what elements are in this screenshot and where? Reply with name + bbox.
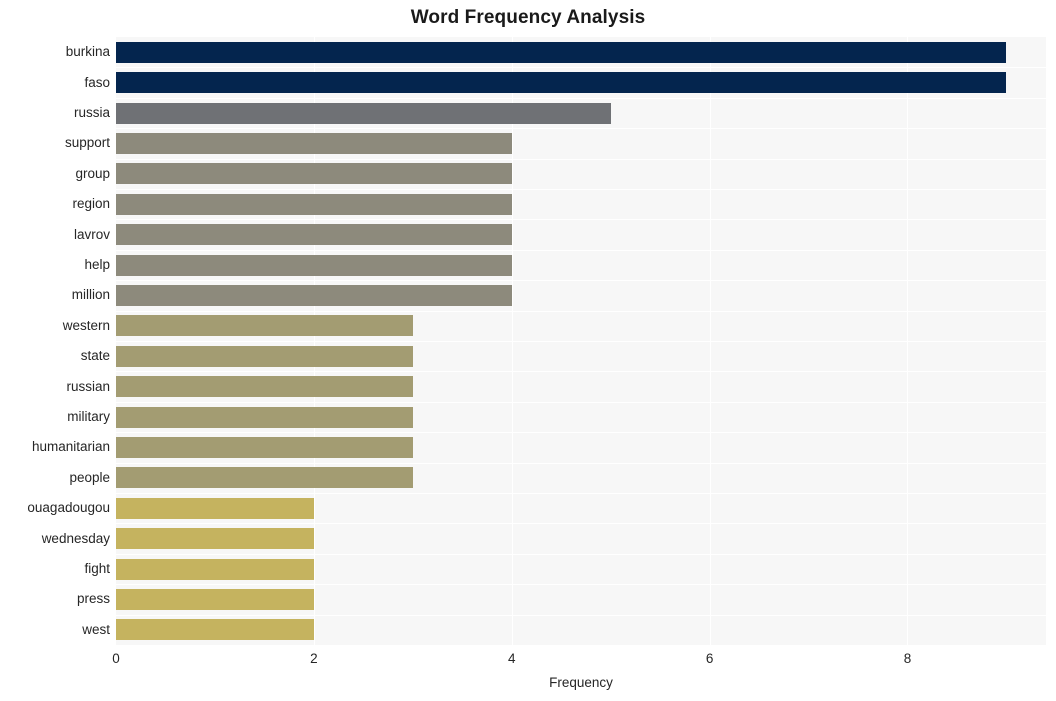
bar-wednesday xyxy=(116,528,314,550)
bar-russia xyxy=(116,102,611,124)
bar-ouagadougou xyxy=(116,497,314,519)
y-axis-tick-labels: burkina faso russia support group region lavro… xyxy=(0,37,110,645)
y-tick-label-help: help xyxy=(84,257,110,272)
bar-people xyxy=(116,467,413,489)
bar-region xyxy=(116,193,512,215)
vertical-gridline xyxy=(512,37,513,645)
bar-military xyxy=(116,406,413,428)
vertical-gridline xyxy=(314,37,315,645)
y-tick-label-fight: fight xyxy=(84,561,110,576)
bar-state xyxy=(116,345,413,367)
bar-fight xyxy=(116,558,314,580)
y-tick-label-lavrov: lavrov xyxy=(73,226,110,242)
bar-million xyxy=(116,284,512,306)
x-axis-title: Frequency xyxy=(549,675,613,690)
y-tick-label-people: people xyxy=(69,469,110,485)
bar-support xyxy=(116,132,512,154)
y-tick-label-million: million xyxy=(71,287,110,303)
y-tick-label-russian: russian xyxy=(66,378,110,394)
bar-help xyxy=(116,254,512,276)
y-tick-label-russia: russia xyxy=(73,105,110,120)
bar-burkina xyxy=(116,41,1007,63)
x-tick-label-2: 2 xyxy=(310,651,318,666)
x-axis-tick-labels: 0 2 4 6 8 xyxy=(0,651,1056,673)
x-tick-label-0: 0 xyxy=(112,651,120,666)
y-tick-label-wednesday: wednesday xyxy=(41,530,110,546)
y-tick-label-support: support xyxy=(64,135,110,151)
bar-western xyxy=(116,315,413,337)
y-tick-label-ouagadougou: ouagadougou xyxy=(27,500,110,516)
y-tick-label-region: region xyxy=(72,196,110,212)
y-tick-label-group: group xyxy=(75,165,110,181)
plot-area xyxy=(116,37,1046,645)
y-tick-label-burkina: burkina xyxy=(65,44,110,60)
x-tick-label-8: 8 xyxy=(903,651,912,666)
chart-title: Word Frequency Analysis xyxy=(410,7,646,28)
y-tick-label-humanitarian: humanitarian xyxy=(31,439,110,455)
y-tick-label-military: military xyxy=(67,409,110,424)
bar-group xyxy=(116,163,512,185)
vertical-gridline xyxy=(710,37,711,645)
x-tick-label-6: 6 xyxy=(705,651,714,666)
bar-faso xyxy=(116,72,1007,94)
bar-press xyxy=(116,588,314,610)
y-tick-label-press: press xyxy=(76,591,110,607)
bar-humanitarian xyxy=(116,436,413,458)
chart-figure: Word Frequency Analysis burkina faso russi… xyxy=(0,0,1056,701)
vertical-gridline xyxy=(907,37,908,645)
x-tick-label-4: 4 xyxy=(507,651,516,666)
y-tick-label-western: western xyxy=(62,317,110,333)
bar-west xyxy=(116,619,314,641)
bar-lavrov xyxy=(116,224,512,246)
bar-russian xyxy=(116,376,413,398)
y-tick-label-state: state xyxy=(80,348,110,364)
y-tick-label-faso: faso xyxy=(84,74,110,90)
y-tick-label-west: west xyxy=(82,621,110,637)
